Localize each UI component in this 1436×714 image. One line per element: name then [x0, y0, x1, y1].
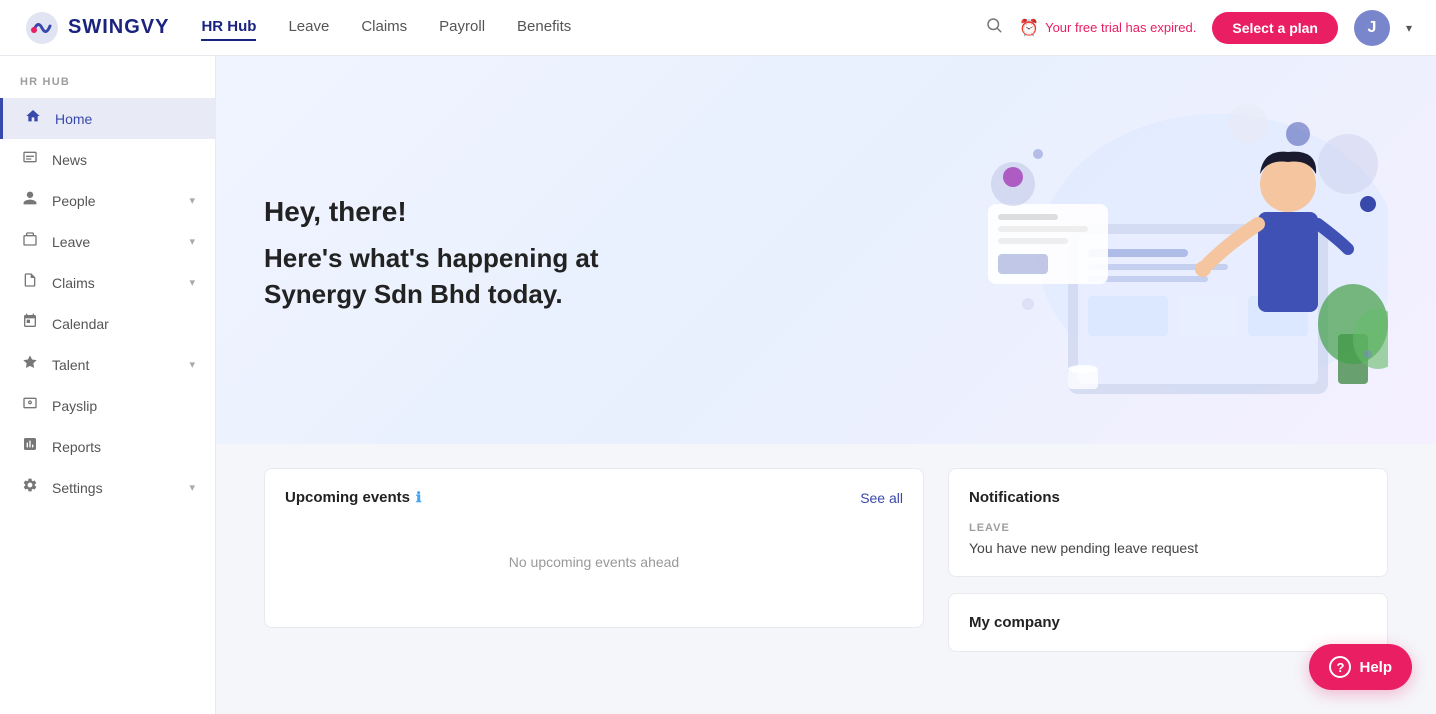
sidebar-label-leave: Leave	[52, 234, 177, 250]
nav-links: HR Hub Leave Claims Payroll Benefits	[201, 14, 985, 41]
sidebar-label-people: People	[52, 193, 177, 209]
hero-illustration-svg	[868, 104, 1388, 404]
sidebar-item-payslip[interactable]: Payslip	[0, 385, 215, 426]
main-content: Hey, there! Here's what's happening at S…	[216, 56, 1436, 714]
avatar-chevron-icon[interactable]: ▾	[1406, 21, 1412, 35]
nav-link-hrhub[interactable]: HR Hub	[201, 14, 256, 41]
sidebar-label-payslip: Payslip	[52, 398, 195, 414]
sidebar-item-talent[interactable]: Talent ▾	[0, 344, 215, 385]
sidebar-item-leave[interactable]: Leave ▾	[0, 221, 215, 262]
sidebar-label-reports: Reports	[52, 439, 195, 455]
news-icon	[20, 149, 40, 170]
events-header: Upcoming events ℹ See all	[285, 489, 903, 506]
sidebar-label-talent: Talent	[52, 357, 177, 373]
claims-icon	[20, 272, 40, 293]
right-panel: Notifications LEAVE You have new pending…	[948, 468, 1388, 652]
help-label: Help	[1359, 659, 1392, 676]
reports-icon	[20, 436, 40, 457]
hero-subtext: Here's what's happening at Synergy Sdn B…	[264, 240, 644, 313]
events-card: Upcoming events ℹ See all No upcoming ev…	[264, 468, 924, 628]
info-icon: ℹ	[416, 489, 421, 506]
settings-icon	[20, 477, 40, 498]
sidebar-section-label: HR HUB	[0, 76, 215, 98]
sidebar-item-home[interactable]: Home	[0, 98, 215, 139]
sidebar-item-news[interactable]: News	[0, 139, 215, 180]
nav-link-benefits[interactable]: Benefits	[517, 14, 571, 41]
sidebar-label-calendar: Calendar	[52, 316, 195, 332]
select-plan-button[interactable]: Select a plan	[1212, 12, 1338, 44]
nav-link-payroll[interactable]: Payroll	[439, 14, 485, 41]
leave-chevron-icon: ▾	[189, 235, 195, 248]
sidebar-item-claims[interactable]: Claims ▾	[0, 262, 215, 303]
logo[interactable]: SWINGVY	[24, 10, 169, 46]
trial-warning: ⏰ Your free trial has expired.	[1019, 18, 1196, 38]
company-card: My company	[948, 593, 1388, 652]
topnav: SWINGVY HR Hub Leave Claims Payroll Bene…	[0, 0, 1436, 56]
hero-illustration	[868, 104, 1388, 404]
talent-icon	[20, 354, 40, 375]
notif-message: You have new pending leave request	[969, 540, 1367, 556]
see-all-link[interactable]: See all	[860, 490, 903, 506]
logo-text: SWINGVY	[68, 16, 169, 39]
events-title: Upcoming events ℹ	[285, 489, 421, 506]
nav-link-claims[interactable]: Claims	[361, 14, 407, 41]
search-button[interactable]	[985, 16, 1003, 39]
hero-greeting: Hey, there!	[264, 196, 644, 228]
nav-link-leave[interactable]: Leave	[288, 14, 329, 41]
sidebar-label-settings: Settings	[52, 480, 177, 496]
warning-icon: ⏰	[1019, 18, 1039, 38]
sidebar-label-home: Home	[55, 111, 195, 127]
help-circle-icon: ?	[1329, 656, 1351, 678]
notifications-card: Notifications LEAVE You have new pending…	[948, 468, 1388, 577]
sidebar-item-reports[interactable]: Reports	[0, 426, 215, 467]
claims-chevron-icon: ▾	[189, 276, 195, 289]
people-chevron-icon: ▾	[189, 194, 195, 207]
hero-section: Hey, there! Here's what's happening at S…	[216, 56, 1436, 444]
logo-icon	[24, 10, 60, 46]
no-events-text: No upcoming events ahead	[285, 522, 903, 602]
bottom-section: Upcoming events ℹ See all No upcoming ev…	[216, 444, 1436, 676]
talent-chevron-icon: ▾	[189, 358, 195, 371]
people-icon	[20, 190, 40, 211]
payslip-icon	[20, 395, 40, 416]
sidebar-item-settings[interactable]: Settings ▾	[0, 467, 215, 508]
sidebar-item-calendar[interactable]: Calendar	[0, 303, 215, 344]
settings-chevron-icon: ▾	[189, 481, 195, 494]
sidebar-label-claims: Claims	[52, 275, 177, 291]
notif-section-label: LEAVE	[969, 522, 1367, 534]
hero-text: Hey, there! Here's what's happening at S…	[264, 196, 644, 313]
leave-icon	[20, 231, 40, 252]
company-title: My company	[969, 614, 1367, 631]
nav-right: ⏰ Your free trial has expired. Select a …	[985, 10, 1412, 46]
sidebar-label-news: News	[52, 152, 195, 168]
sidebar-item-people[interactable]: People ▾	[0, 180, 215, 221]
notifications-title: Notifications	[969, 489, 1367, 506]
trial-text: Your free trial has expired.	[1045, 20, 1196, 35]
calendar-icon	[20, 313, 40, 334]
help-button[interactable]: ? Help	[1309, 644, 1412, 690]
user-avatar-button[interactable]: J	[1354, 10, 1390, 46]
sidebar: HR HUB Home News People ▾ Leave ▾	[0, 56, 216, 714]
home-icon	[23, 108, 43, 129]
main-layout: HR HUB Home News People ▾ Leave ▾	[0, 56, 1436, 714]
